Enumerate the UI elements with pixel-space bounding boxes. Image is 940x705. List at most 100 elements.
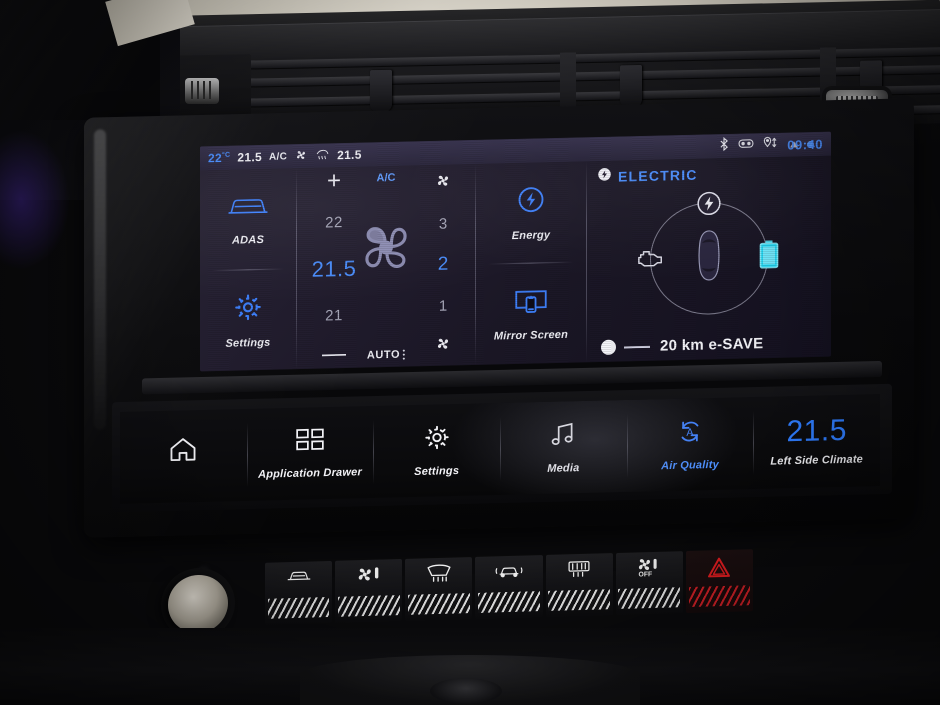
fan-increase-icon[interactable] [434,172,452,193]
hvac-button-strip: OFF [265,549,753,625]
windshield-defrost-icon [425,564,453,588]
wireless-charging-pad [430,678,502,704]
ac-label[interactable]: A/C [377,172,396,184]
touchbar-label-settings: Settings [414,464,460,479]
temp-option-below[interactable]: 21 [325,307,343,324]
slider-handle[interactable] [601,339,616,355]
hazard-triangle-icon [707,556,731,584]
temp-option-above[interactable]: 22 [325,214,343,231]
touchbar-item-application-drawer[interactable]: Application Drawer [247,406,374,501]
air-recirculation-auto-icon: A [675,417,705,451]
ac-off-button[interactable]: OFF [615,551,683,616]
vent-adjust-knob[interactable] [185,78,219,104]
clock: 09:40 [787,136,823,153]
car-front-icon [225,192,271,224]
auto-level-dots [403,349,406,360]
energy-label: Energy [511,228,551,242]
svg-text:OFF: OFF [639,571,653,578]
bluetooth-icon [719,136,729,155]
fan-selected[interactable]: 2 [438,254,449,276]
vehicle-menu-button[interactable] [265,560,333,625]
rear-window-defrost-icon [566,560,592,584]
adas-tile[interactable]: ADAS [200,168,296,270]
blower-fan-icon[interactable] [357,218,415,282]
button-grip [337,595,400,617]
screen-mirroring-icon [514,286,548,320]
fan-icon [294,148,308,163]
temp-decrease-button[interactable]: — [322,340,346,368]
fan-option-above[interactable]: 3 [439,215,447,232]
navigation-pin-icon [763,135,778,154]
gear-icon [233,291,263,327]
touchbar-label-application-drawer: Application Drawer [258,466,362,481]
touchbar-item-media[interactable]: Media [500,400,627,495]
car-infotainment-photo: 22°C 21.5 A/C 21.5 09:40 ADAS Settings A… [0,0,940,705]
fan-option-below[interactable]: 1 [439,297,447,314]
rear-defrost-button[interactable] [545,553,613,617]
grid-apps-icon [295,427,325,459]
front-defrost-button[interactable] [405,557,473,621]
button-grip [548,589,611,611]
fan-decrease-icon[interactable] [434,335,452,356]
touchbar-item-left-side-climate[interactable]: 21.5 Left Side Climate [753,394,880,489]
button-grip [618,587,681,609]
status-ac-label: A/C [268,150,288,163]
function-column: Energy Mirror Screen [476,161,586,365]
energy-flow-diagram [638,191,779,316]
bezel-highlight [94,129,106,430]
fan-speed-selector[interactable]: 3 2 1 [413,166,473,363]
electric-header: ELECTRIC [597,165,698,187]
park-assist-button[interactable] [475,555,543,619]
gear-icon [423,423,451,457]
screen-content: ADAS Settings A/C + 22 21.5 21 — 3 2 1 A… [200,156,831,372]
electric-panel[interactable]: ELECTRIC 20 km e-SAVE [587,156,831,363]
esave-slider-row[interactable]: 20 km e-SAVE [601,334,823,356]
passenger-temperature: 21.5 [337,147,362,163]
engine-icon [637,246,665,274]
car-parking-sensors-icon [494,562,524,585]
settings-tile[interactable]: Settings [200,269,296,371]
electric-title: ELECTRIC [618,166,698,185]
climate-panel: A/C + 22 21.5 21 — 3 2 1 AUTO [297,164,475,369]
energy-tile[interactable]: Energy [476,161,586,264]
energy-bolt-icon [516,184,546,220]
auto-button[interactable]: AUTO [366,348,406,362]
temp-increase-button[interactable]: + [327,167,341,194]
button-grip [478,591,540,613]
left-climate-value[interactable]: 21.5 [787,413,847,447]
settings-label: Settings [225,336,271,350]
infotainment-screen[interactable]: 22°C 21.5 A/C 21.5 09:40 ADAS Settings A… [200,131,831,372]
auto-label: AUTO [366,348,401,362]
adas-label: ADAS [232,233,264,247]
slider-track[interactable] [624,345,650,348]
touchbar-item-settings[interactable]: Settings [373,403,500,498]
car-side-icon [286,568,312,590]
touchbar-label-air-quality: Air Quality [661,458,719,473]
ac-off-icon: OFF [636,558,662,584]
climate-button[interactable] [335,558,403,623]
driver-temperature: 21.5 [237,149,262,165]
fan-thermometer-icon [355,566,383,589]
charge-bolt-icon [696,190,722,222]
mirror-screen-tile[interactable]: Mirror Screen [476,262,586,365]
mirror-screen-label: Mirror Screen [493,328,569,343]
windshield-defrost-icon [315,148,330,163]
touchbar-label-media: Media [547,462,580,475]
touchbar-item-air-quality[interactable]: A Air Quality [627,397,754,492]
esave-range-text: 20 km e-SAVE [660,335,764,355]
home-icon [168,435,198,469]
touchbar-item-home[interactable] [120,409,247,504]
temp-selected[interactable]: 21.5 [312,256,357,283]
hazard-button[interactable] [685,549,753,614]
left-climate-label: Left Side Climate [770,452,864,468]
temperature-selector[interactable]: + 22 21.5 21 — [303,167,365,368]
touch-bar[interactable]: Application Drawer Settings Media A Air … [120,394,880,504]
svg-text:A: A [686,427,694,439]
media-device-icon [738,136,754,154]
music-note-icon [549,420,577,454]
outside-temperature: 22°C [208,150,231,166]
button-grip [407,593,470,615]
electric-bolt-badge-icon [597,167,612,187]
left-shortcut-column: ADAS Settings [200,168,296,371]
car-top-view-icon [694,230,724,288]
